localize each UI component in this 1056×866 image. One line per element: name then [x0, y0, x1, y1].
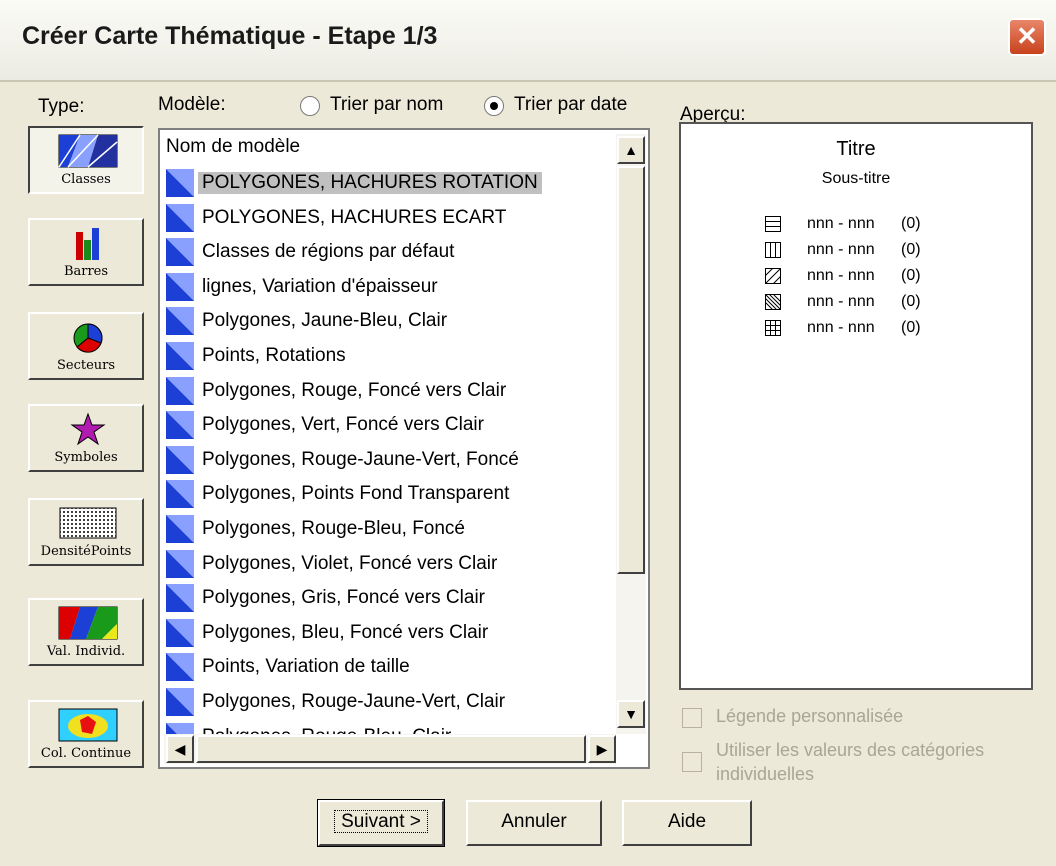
type-caption: Barres	[63, 264, 109, 279]
hatch-diagonal-up-icon	[765, 268, 781, 284]
individual-values-label: Utiliser les valeurs des catégories	[716, 740, 985, 760]
chevron-up-icon: ▲	[624, 142, 638, 158]
type-caption: Val. Individ.	[46, 644, 126, 659]
scroll-down-button[interactable]: ▼	[617, 700, 645, 728]
thematic-map-icon	[166, 169, 194, 197]
model-label: Modèle:	[158, 94, 226, 115]
thematic-map-icon	[166, 272, 194, 301]
list-item[interactable]: POLYGONES, HACHURES ROTATION	[164, 166, 616, 201]
individual-values-label-line2: individuelles	[716, 764, 815, 784]
next-button[interactable]: Suivant >	[317, 799, 445, 847]
type-button-bars[interactable]: Barres	[28, 218, 144, 286]
scroll-right-button[interactable]: ▶	[588, 735, 616, 763]
custom-legend-checkbox[interactable]	[682, 708, 702, 728]
type-button-classes[interactable]: Classes	[28, 126, 144, 194]
thematic-map-icon	[166, 480, 194, 509]
individual-values-icon	[58, 606, 118, 640]
hatch-vertical-icon	[765, 242, 781, 258]
chevron-down-icon: ▼	[624, 706, 638, 722]
type-caption: Symboles	[54, 450, 118, 465]
list-item[interactable]: Polygones, Rouge-Jaune-Vert, Foncé	[164, 443, 616, 478]
list-item[interactable]: Polygones, Gris, Foncé vers Clair	[164, 581, 616, 616]
list-item[interactable]: Polygones, Points Fond Transparent	[164, 477, 616, 512]
type-button-pies[interactable]: Secteurs	[28, 312, 144, 380]
thematic-map-icon	[166, 445, 194, 474]
title-bar: Créer Carte Thématique - Etape 1/3 ✕	[0, 0, 1056, 82]
thematic-map-icon	[166, 411, 194, 440]
sort-by-name-label[interactable]: Trier par nom	[330, 94, 443, 116]
pie-chart-icon	[73, 323, 103, 353]
thematic-map-icon	[166, 514, 194, 543]
hatch-diagonal-down-icon	[765, 294, 781, 310]
list-item[interactable]: lignes, Variation d'épaisseur	[164, 270, 616, 305]
list-item[interactable]: Polygones, Vert, Foncé vers Clair	[164, 408, 616, 443]
scroll-up-button[interactable]: ▲	[617, 136, 645, 164]
thematic-map-icon	[166, 584, 194, 613]
type-caption: Secteurs	[56, 358, 116, 373]
bar-chart-icon	[76, 228, 99, 260]
list-item[interactable]: Points, Rotations	[164, 339, 616, 374]
model-list[interactable]: Nom de modèle POLYGONES, HACHURES ROTATI…	[158, 128, 650, 769]
horizontal-scrollbar[interactable]: ◀ ▶	[164, 734, 616, 764]
thematic-map-icon	[166, 549, 194, 578]
type-caption: Col. Continue	[40, 746, 132, 761]
chevron-right-icon: ▶	[596, 741, 608, 757]
close-button[interactable]: ✕	[1008, 18, 1046, 56]
close-icon: ✕	[1016, 21, 1038, 51]
scroll-left-button[interactable]: ◀	[166, 735, 194, 763]
list-item[interactable]: Polygones, Jaune-Bleu, Clair	[164, 304, 616, 339]
preview-panel: Titre Sous-titre nnn - nnn (0) nnn - nnn(…	[679, 122, 1033, 690]
vertical-scrollbar[interactable]: ▲ ▼	[616, 134, 646, 734]
thematic-map-icon	[166, 376, 194, 405]
preview-title: Titre	[836, 138, 876, 160]
type-label: Type:	[38, 96, 85, 117]
type-button-symbols[interactable]: Symboles	[28, 404, 144, 472]
sort-by-date-radio[interactable]	[484, 96, 504, 116]
vertical-scroll-thumb[interactable]	[617, 166, 645, 574]
list-item[interactable]: POLYGONES, HACHURES ECART	[164, 201, 616, 236]
list-item[interactable]: Points, Variation de taille	[164, 650, 616, 685]
list-item[interactable]: Polygones, Rouge-Bleu, Foncé	[164, 512, 616, 547]
classes-icon	[58, 134, 118, 168]
list-item[interactable]: Polygones, Rouge, Foncé vers Clair	[164, 374, 616, 409]
window-title: Créer Carte Thématique - Etape 1/3	[22, 22, 438, 50]
list-item[interactable]: Polygones, Violet, Foncé vers Clair	[164, 547, 616, 582]
type-caption: DensitéPoints	[40, 544, 132, 559]
thematic-map-icon	[166, 618, 194, 647]
thematic-map-icon	[166, 238, 194, 267]
radio-selected-dot	[490, 102, 498, 110]
help-button[interactable]: Aide	[622, 800, 752, 846]
thematic-map-icon	[166, 653, 194, 682]
column-header-model-name[interactable]: Nom de modèle	[166, 136, 300, 158]
cancel-button[interactable]: Annuler	[466, 800, 602, 846]
thematic-map-icon	[166, 203, 194, 232]
thematic-map-icon	[166, 341, 194, 370]
preview-subtitle: Sous-titre	[821, 170, 891, 187]
thematic-map-icon	[166, 687, 194, 716]
star-icon	[70, 412, 106, 446]
sort-by-name-radio[interactable]	[300, 96, 320, 116]
list-item[interactable]: Classes de régions par défaut	[164, 235, 616, 270]
type-button-continuous[interactable]: Col. Continue	[28, 700, 144, 768]
chevron-left-icon: ◀	[174, 741, 186, 757]
thematic-map-icon	[166, 307, 194, 336]
type-caption: Classes	[61, 172, 111, 187]
type-button-dot-density[interactable]: DensitéPoints	[28, 498, 144, 566]
horizontal-scroll-thumb[interactable]	[196, 735, 586, 763]
hatch-grid-icon	[765, 320, 781, 336]
hatch-horizontal-icon	[765, 216, 781, 232]
sort-by-date-label[interactable]: Trier par date	[514, 94, 627, 116]
dot-density-icon	[59, 507, 117, 539]
list-item[interactable]: Polygones, Bleu, Foncé vers Clair	[164, 616, 616, 651]
continuous-color-icon	[58, 708, 118, 742]
individual-values-checkbox[interactable]	[682, 752, 702, 772]
model-rows: POLYGONES, HACHURES ROTATION POLYGONES, …	[164, 166, 616, 754]
list-item[interactable]: Polygones, Rouge-Jaune-Vert, Clair	[164, 685, 616, 720]
custom-legend-label: Légende personnalisée	[716, 706, 904, 726]
type-button-individual-values[interactable]: Val. Individ.	[28, 598, 144, 666]
